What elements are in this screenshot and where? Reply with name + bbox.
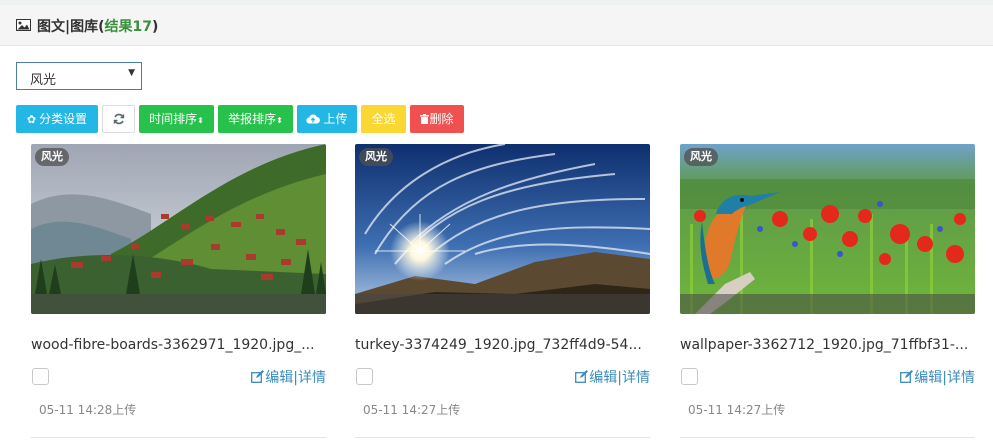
gear-icon: ✿: [26, 113, 37, 126]
thumbnail-shade: [680, 294, 975, 314]
mountain-village-image: [31, 144, 326, 314]
file-name: turkey-3374249_1920.jpg_732ff4d9-54...: [355, 337, 642, 353]
select-checkbox[interactable]: [681, 368, 698, 385]
sort-time-label: 时间排序: [149, 112, 198, 126]
upload-time: 05-11 14:28上传: [39, 403, 137, 417]
edit-icon: [900, 370, 914, 383]
category-tag: 风光: [684, 148, 718, 166]
upload-time: 05-11 14:27上传: [688, 403, 786, 417]
cloud-upload-icon: [306, 114, 321, 124]
category-tag: 风光: [359, 148, 393, 166]
result-label: 结果: [104, 19, 133, 35]
category-select-value: 风光: [30, 73, 57, 88]
sort-icon: ⬍: [197, 116, 204, 125]
detail-link[interactable]: 详情: [298, 370, 326, 386]
edit-icon: [575, 370, 589, 383]
detail-link[interactable]: 详情: [947, 370, 975, 386]
result-count: 结果17: [105, 19, 152, 35]
divider: [31, 437, 326, 438]
page-title: 图文|图库(结果17): [37, 16, 158, 36]
kingfisher-flowers-image: [680, 144, 975, 314]
title-text: 图文|图库(: [37, 19, 105, 35]
card-thumbnail[interactable]: 风光: [680, 144, 975, 314]
file-name: wood-fibre-boards-3362971_1920.jpg_...: [31, 337, 315, 353]
category-select[interactable]: 风光 ▼: [16, 62, 142, 90]
card-actions: 编辑|详情: [575, 367, 650, 387]
sort-time-button[interactable]: 时间排序⬍: [139, 105, 214, 133]
card-actions: 编辑|详情: [900, 367, 975, 387]
upload-time: 05-11 14:27上传: [363, 403, 461, 417]
gallery-card: 风光 wood-fibre-boards-3362971_1920.jpg_..…: [31, 144, 326, 442]
select-all-button[interactable]: 全选: [361, 105, 406, 133]
card-thumbnail[interactable]: 风光: [31, 144, 326, 314]
detail-link[interactable]: 详情: [622, 370, 650, 386]
sort-report-label: 举报排序: [228, 112, 277, 126]
edit-icon: [251, 370, 265, 383]
select-all-label: 全选: [371, 112, 396, 126]
sunburst-sky-image: [355, 144, 650, 314]
category-settings-label: 分类设置: [39, 112, 88, 126]
card-thumbnail[interactable]: 风光: [355, 144, 650, 314]
delete-button[interactable]: 删除: [410, 105, 464, 133]
category-tag: 风光: [35, 148, 69, 166]
file-name: wallpaper-3362712_1920.jpg_71ffbf31-...: [680, 337, 969, 353]
panel-header: 图文|图库(结果17): [0, 5, 993, 46]
title-close: ): [152, 19, 159, 35]
card-actions: 编辑|详情: [251, 367, 326, 387]
delete-label: 删除: [429, 112, 454, 126]
select-checkbox[interactable]: [356, 368, 373, 385]
refresh-button[interactable]: [102, 105, 135, 133]
divider: [355, 437, 650, 438]
refresh-icon: [113, 113, 124, 125]
edit-link[interactable]: 编辑: [914, 370, 942, 386]
thumbnail-shade: [31, 294, 326, 314]
thumbnail-shade: [355, 294, 650, 314]
upload-label: 上传: [323, 112, 348, 126]
image-icon: [16, 19, 31, 31]
sort-report-button[interactable]: 举报排序⬍: [218, 105, 293, 133]
upload-button[interactable]: 上传: [297, 105, 357, 133]
select-checkbox[interactable]: [32, 368, 49, 385]
gallery-card: 风光 wallpaper-3362712_1920.jpg_71ffbf31-.…: [680, 144, 975, 442]
gallery-card: 风光 turkey-3374249_1920.jpg_732ff4d9-54..…: [355, 144, 650, 442]
caret-down-icon: ▼: [128, 68, 135, 78]
result-number: 17: [132, 19, 152, 35]
edit-link[interactable]: 编辑: [589, 370, 617, 386]
divider: [680, 437, 975, 438]
category-settings-button[interactable]: ✿ 分类设置: [16, 105, 98, 133]
edit-link[interactable]: 编辑: [265, 370, 293, 386]
sort-icon: ⬍: [276, 116, 283, 125]
